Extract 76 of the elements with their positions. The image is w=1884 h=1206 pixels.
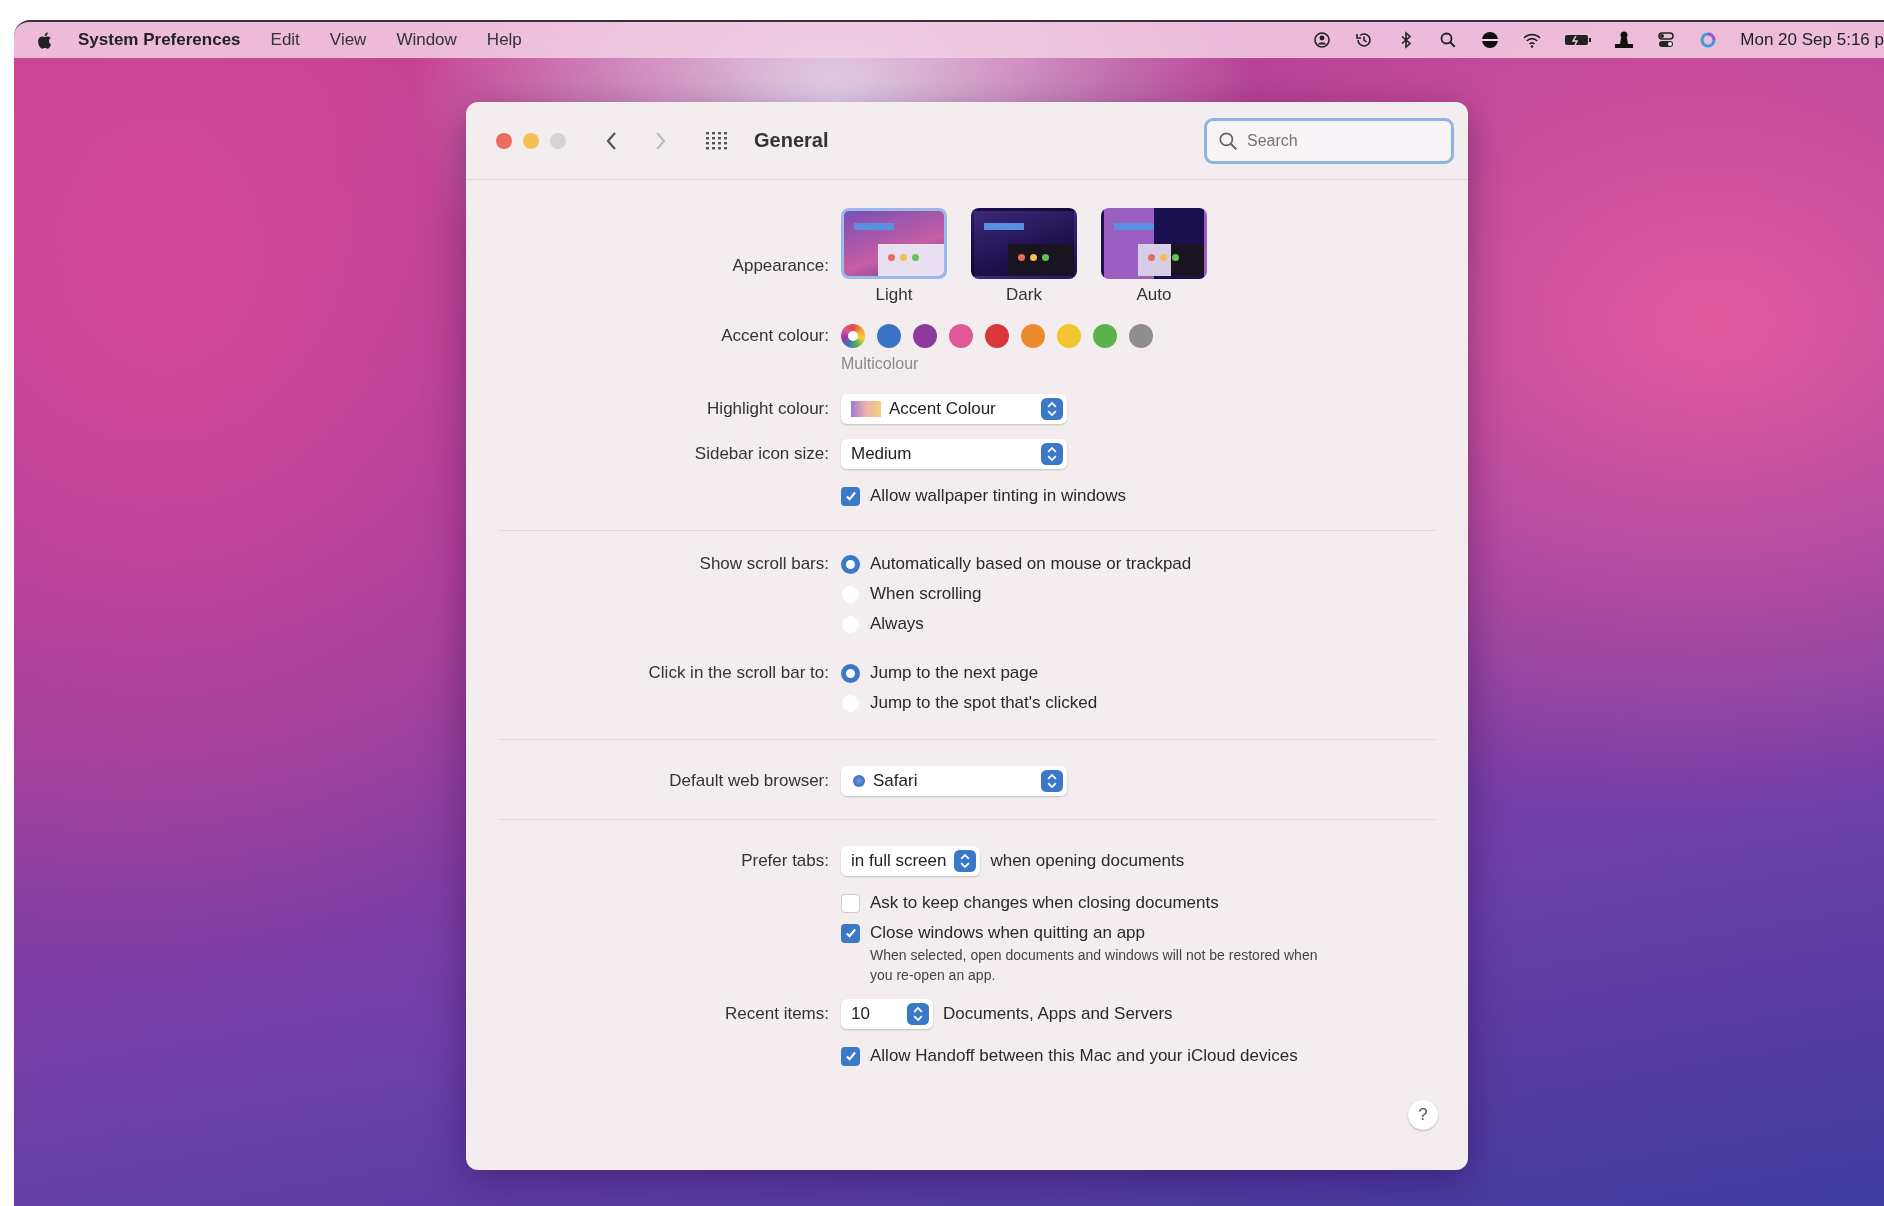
stepper-icon — [907, 1002, 929, 1025]
accent-colour-swatch[interactable] — [1093, 324, 1117, 348]
checkbox-label[interactable]: Close windows when quitting an app — [870, 923, 1145, 943]
person-silhouette-icon[interactable] — [1614, 30, 1635, 50]
apple-logo-icon[interactable] — [36, 30, 52, 50]
popup-menu[interactable]: 10 — [841, 998, 933, 1029]
accent-colour-swatch[interactable] — [877, 324, 901, 348]
checkmark-icon — [843, 926, 858, 940]
radio-label[interactable]: Always — [870, 614, 924, 634]
checkmark-icon — [843, 1049, 858, 1063]
setting-label: Default web browser: — [668, 770, 829, 791]
setting-label: Show scroll bars: — [698, 553, 829, 575]
radio-button[interactable] — [841, 554, 860, 574]
checkmark-icon — [843, 489, 858, 503]
accent-caption: Multicolour — [841, 355, 919, 373]
stepper-icon — [1041, 442, 1063, 465]
striped-disc-icon[interactable] — [1480, 30, 1501, 50]
radio-label[interactable]: Automatically based on mouse or trackpad — [870, 554, 1192, 574]
appearance-label: Dark — [1006, 285, 1042, 305]
menu-item[interactable]: View — [329, 30, 367, 50]
accent-colour-swatch[interactable] — [1057, 324, 1081, 348]
toggles-icon[interactable] — [1656, 30, 1677, 50]
popup-menu[interactable]: in full screen — [841, 845, 981, 876]
checkbox[interactable] — [841, 1046, 860, 1066]
appearance-thumbnail[interactable] — [841, 208, 947, 279]
stepper-icon — [954, 849, 977, 872]
setting-label: Click in the scroll bar to: — [647, 662, 829, 684]
help-note: When selected, open documents and windows will not be restored when you re-open an app. — [870, 946, 1319, 985]
appearance-label: Light — [875, 285, 913, 305]
setting-label: Accent colour: — [720, 325, 829, 347]
accent-colour-swatch[interactable] — [1021, 324, 1045, 348]
menu-bar-clock[interactable]: Mon 20 Sep 5:16 p — [1740, 30, 1884, 50]
popup-suffix-text: Documents, Apps and Servers — [943, 1003, 1173, 1024]
appearance-label: Auto — [1136, 285, 1172, 305]
checkbox-label[interactable]: Allow Handoff between this Mac and your iCloud devices — [870, 1046, 1298, 1066]
menu-item[interactable]: Window — [396, 30, 457, 50]
radio-button[interactable] — [841, 663, 860, 683]
app-menu[interactable]: System Preferences — [78, 30, 241, 50]
appearance-thumbnail[interactable] — [1101, 208, 1207, 279]
radio-label[interactable]: When scrolling — [870, 584, 982, 604]
checkbox[interactable] — [841, 486, 860, 506]
stepper-icon — [1041, 397, 1063, 420]
popup-menu[interactable]: Medium — [841, 438, 1067, 469]
setting-label: Prefer tabs: — [740, 850, 829, 871]
back-chevron-icon[interactable] — [606, 130, 618, 151]
accent-colour-swatch[interactable] — [841, 324, 865, 348]
setting-label: Sidebar icon size: — [693, 443, 829, 464]
search-icon — [1217, 129, 1239, 152]
setting-label: Highlight colour: — [706, 398, 829, 419]
accent-colour-swatch[interactable] — [1129, 324, 1153, 348]
menu-item[interactable]: Edit — [270, 30, 300, 50]
checkbox-label[interactable]: Allow wallpaper tinting in windows — [870, 486, 1127, 506]
checkbox[interactable] — [841, 893, 860, 913]
person-circle-icon[interactable] — [1312, 30, 1333, 50]
setting-label: Recent items: — [724, 1003, 829, 1024]
gradient-swatch-icon — [851, 400, 881, 417]
stepper-icon — [1041, 769, 1063, 792]
checkbox[interactable] — [841, 923, 860, 943]
menu-item[interactable]: Help — [486, 30, 522, 50]
checkbox-label[interactable]: Ask to keep changes when closing documents — [870, 893, 1219, 913]
accent-colour-swatch[interactable] — [985, 324, 1009, 348]
help-button[interactable]: ? — [1408, 1100, 1438, 1130]
compass-icon — [853, 774, 865, 787]
popup-suffix-text: when opening documents — [990, 850, 1185, 871]
setting-label: Appearance: — [731, 255, 829, 276]
radio-label[interactable]: Jump to the next page — [870, 663, 1039, 683]
accent-colour-swatch[interactable] — [949, 324, 973, 348]
popup-menu[interactable]: Accent Colour — [841, 393, 1067, 424]
window-title: General — [754, 129, 829, 152]
close-button[interactable] — [496, 132, 512, 149]
search-field[interactable]: Search — [1204, 117, 1454, 164]
popup-menu[interactable]: Safari — [841, 765, 1067, 796]
accent-colour-swatch[interactable] — [913, 324, 937, 348]
grid-icon[interactable] — [706, 131, 728, 150]
appearance-thumbnail[interactable] — [971, 208, 1077, 279]
radio-label[interactable]: Jump to the spot that's clicked — [870, 693, 1098, 713]
